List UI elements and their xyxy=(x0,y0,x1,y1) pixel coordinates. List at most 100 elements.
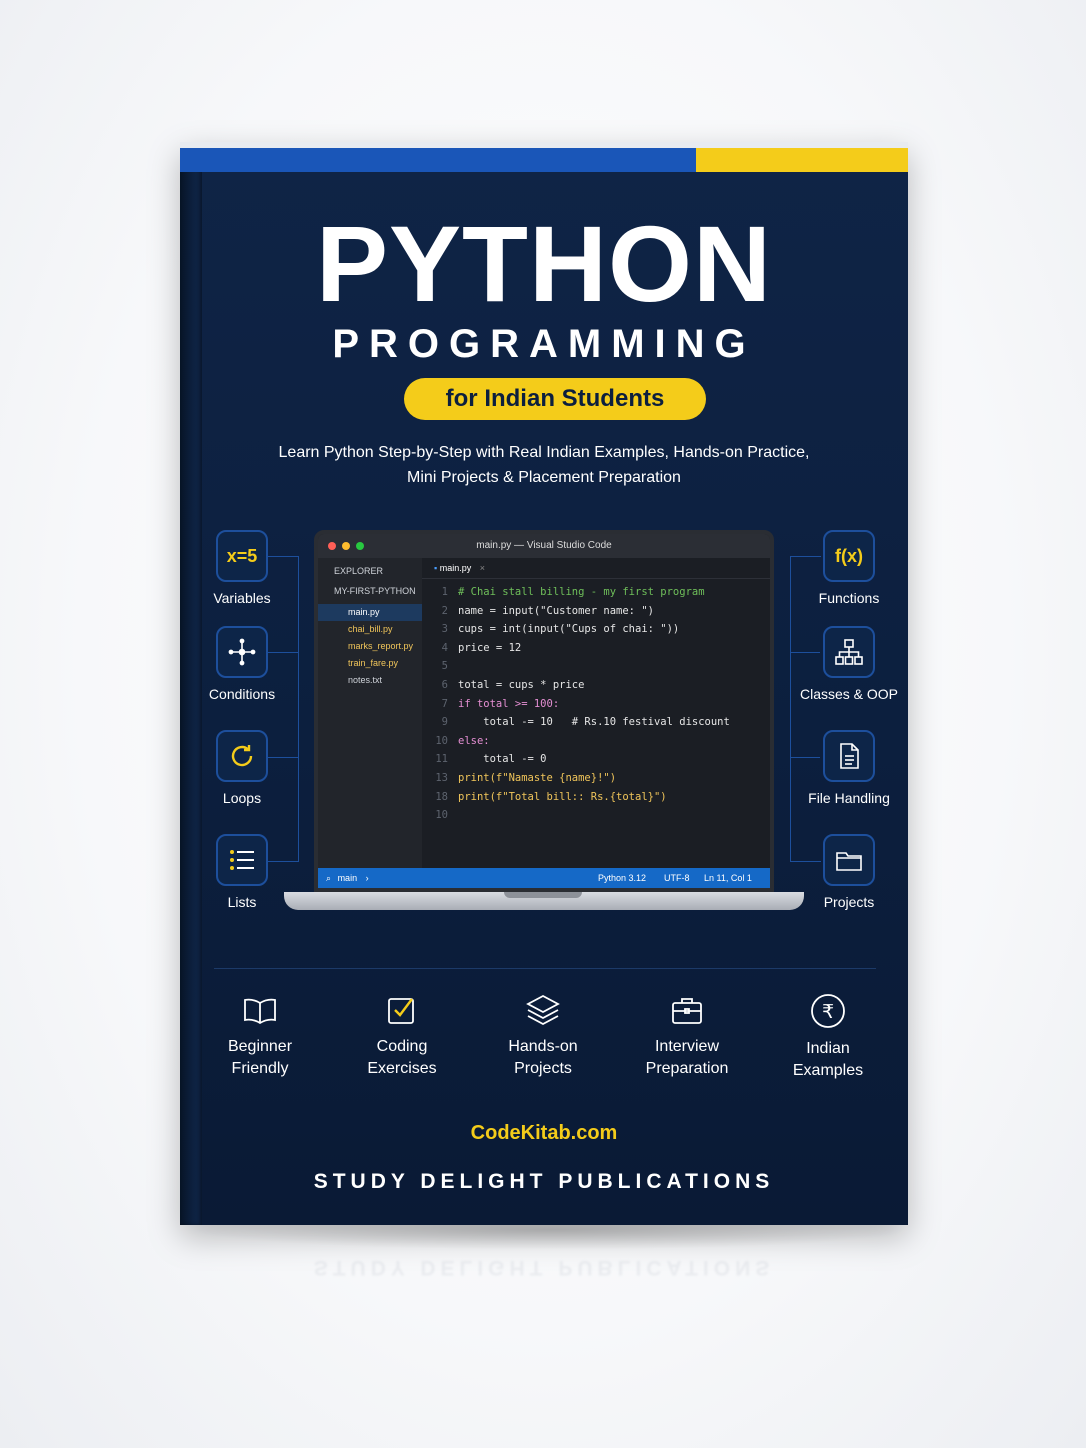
project-folder[interactable]: MY-FIRST-PYTHON xyxy=(318,578,422,598)
tab-main-py[interactable]: ▪ main.py × xyxy=(422,558,770,579)
code-line: 6 total = cups * price xyxy=(422,676,770,695)
book-subtitle: PROGRAMMING xyxy=(332,322,756,366)
publisher-reflection: STUDY DELIGHT PUBLICATIONS xyxy=(313,1256,775,1279)
bottom-feature-beginner: Beginner Friendly xyxy=(195,992,325,1080)
bottom-feature-exercises: Coding Exercises xyxy=(337,992,467,1080)
feature-loops: Loops xyxy=(182,730,302,806)
code-lines: 1 # Chai stall billing - my first program… xyxy=(422,579,770,825)
line-number: 7 xyxy=(441,697,448,710)
file-item[interactable]: train_fare.py xyxy=(318,655,422,672)
explorer-panel: EXPLORER MY-FIRST-PYTHON main.py chai_bi… xyxy=(318,558,422,868)
function-icon: f(x) xyxy=(823,530,875,582)
file-item[interactable]: chai_bill.py xyxy=(318,621,422,638)
variables-icon: x=5 xyxy=(216,530,268,582)
code-text: if total >= 100: xyxy=(458,697,560,710)
feature-label: Conditions xyxy=(208,686,276,702)
feature-conditions: Conditions xyxy=(182,626,302,702)
explorer-header: EXPLORER xyxy=(334,566,384,576)
code-line: 3 cups = int(input("Cups of chai: ")) xyxy=(422,620,770,639)
code-editor[interactable]: ▪ main.py × 1 # Chai stall billing - my f… xyxy=(422,558,770,868)
code-line: 11 total -= 0 xyxy=(422,750,770,769)
close-tab-icon[interactable]: × xyxy=(480,563,485,573)
feature-projects: Projects xyxy=(789,834,908,910)
file-item[interactable]: marks_report.py xyxy=(318,638,422,655)
tagline: Learn Python Step-by-Step with Real Indi… xyxy=(240,440,848,490)
code-line: 7 if total >= 100: xyxy=(422,695,770,714)
code-line: 5 xyxy=(422,657,770,676)
python-file-icon: ▪ xyxy=(434,563,438,573)
code-line: 2 name = input("Customer name: ") xyxy=(422,602,770,621)
code-text: price = 12 xyxy=(458,641,522,654)
loop-icon xyxy=(216,730,268,782)
line-number: 13 xyxy=(435,771,448,784)
editor-titlebar: main.py — Visual Studio Code xyxy=(318,534,770,558)
feature-label: Indian xyxy=(806,1040,850,1057)
close-dot[interactable] xyxy=(328,542,336,550)
code-line: 10 else: xyxy=(422,732,770,751)
code-line: 10 xyxy=(422,806,770,825)
line-number: 5 xyxy=(441,660,448,673)
branch-icon xyxy=(216,626,268,678)
code-text: total -= 0 xyxy=(458,753,547,766)
feature-label: Coding xyxy=(376,1038,428,1055)
line-number: 10 xyxy=(435,809,448,822)
code-text: cups = int(input("Cups of chai: ")) xyxy=(458,623,680,636)
feature-label: Beginner xyxy=(227,1038,293,1055)
file-item[interactable]: notes.txt xyxy=(318,672,422,689)
line-number: 6 xyxy=(441,678,448,691)
feature-label: Projects xyxy=(514,1060,572,1077)
laptop-screen: main.py — Visual Studio Code EXPLORER MY… xyxy=(314,530,774,892)
minimize-dot[interactable] xyxy=(342,542,350,550)
line-number: 3 xyxy=(441,623,448,636)
yellow-stripe xyxy=(696,148,908,172)
status-position[interactable]: Ln 11, Col 1 xyxy=(704,868,752,888)
feature-label: File Handling xyxy=(808,790,890,806)
svg-text:₹: ₹ xyxy=(822,1001,834,1023)
layers-icon xyxy=(526,994,560,1026)
tagline-line-1: Learn Python Step-by-Step with Real Indi… xyxy=(278,444,810,461)
code-line: 18 print(f"Total bill:: Rs.{total}") xyxy=(422,788,770,807)
bottom-feature-projects: Hands-on Projects xyxy=(478,992,608,1080)
line-number: 18 xyxy=(435,790,448,803)
feature-label: Hands-on xyxy=(508,1038,578,1055)
line-number: 2 xyxy=(441,604,448,617)
checkbox-icon xyxy=(388,998,414,1024)
maximize-dot[interactable] xyxy=(356,542,364,550)
audience-badge: for Indian Students xyxy=(404,378,706,420)
feature-label: Interview xyxy=(654,1038,720,1055)
book-cover: PYTHON PROGRAMMING for Indian Students L… xyxy=(180,142,908,1225)
branch-icon: ⌕ xyxy=(326,873,332,883)
open-book-icon xyxy=(244,998,276,1025)
divider xyxy=(214,968,876,969)
window-title: main.py — Visual Studio Code xyxy=(476,540,612,551)
code-text: name = input("Customer name: ") xyxy=(458,604,654,617)
line-number: 9 xyxy=(441,716,448,729)
feature-label: Examples xyxy=(792,1062,864,1079)
feature-label: Friendly xyxy=(231,1060,289,1077)
tagline-line-2: Mini Projects & Placement Preparation xyxy=(407,469,681,486)
blue-stripe xyxy=(180,148,696,172)
feature-label: Projects xyxy=(823,894,875,910)
line-number: 4 xyxy=(441,641,448,654)
briefcase-icon xyxy=(672,998,702,1024)
status-python[interactable]: Python 3.12 xyxy=(598,868,646,888)
publisher-name: STUDY DELIGHT PUBLICATIONS xyxy=(313,1170,775,1193)
status-bar: ⌕ main › Python 3.12 UTF-8 Ln 11, Col 1 xyxy=(318,868,770,888)
bottom-feature-interview: Interview Preparation xyxy=(622,992,752,1080)
code-text: print(f"Total bill:: Rs.{total}") xyxy=(458,790,667,803)
laptop-notch xyxy=(504,892,582,898)
file-item[interactable]: main.py xyxy=(318,604,422,621)
feature-label: Functions xyxy=(818,590,880,606)
list-icon xyxy=(216,834,268,886)
bottom-feature-indian: ₹ Indian Examples xyxy=(763,992,893,1082)
feature-classes: Classes & OOP xyxy=(789,626,908,702)
status-encoding[interactable]: UTF-8 xyxy=(664,868,690,888)
code-text: total -= 10 # Rs.10 festival discount xyxy=(458,716,730,729)
feature-variables: x=5 Variables xyxy=(182,530,302,606)
status-branch[interactable]: main xyxy=(338,873,358,883)
chevron-right-icon: › xyxy=(365,873,369,883)
book-title: PYTHON xyxy=(315,203,773,324)
website-link[interactable]: CodeKitab.com xyxy=(180,1122,908,1145)
code-line: 9 total -= 10 # Rs.10 festival discount xyxy=(422,713,770,732)
line-number: 10 xyxy=(435,734,448,747)
